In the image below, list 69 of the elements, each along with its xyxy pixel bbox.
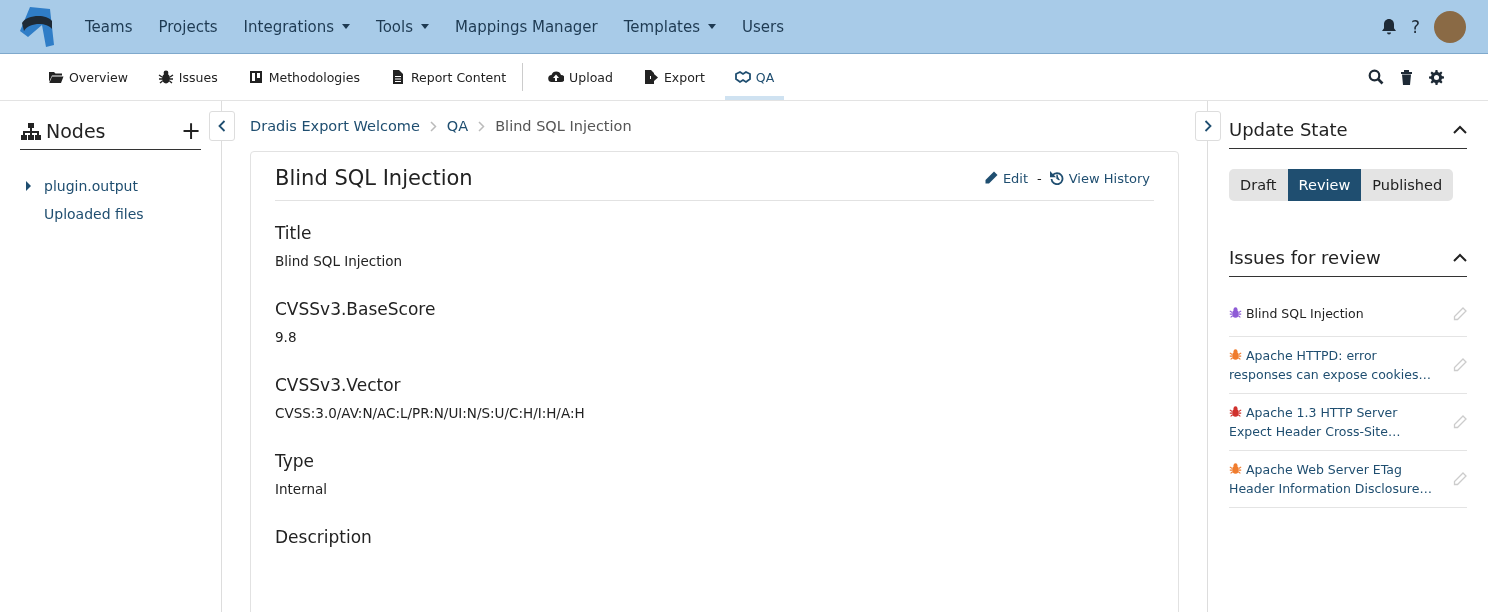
cloud-upload-icon <box>548 70 565 84</box>
field-label: CVSSv3.Vector <box>275 375 402 395</box>
export-icon <box>642 70 659 84</box>
search-icon[interactable] <box>1368 69 1384 85</box>
sub-nav-tab[interactable]: QA <box>724 54 785 100</box>
nav-link[interactable]: Teams <box>72 17 146 36</box>
bell-icon[interactable] <box>1380 18 1397 35</box>
avatar[interactable] <box>1434 10 1466 43</box>
nav-link[interactable]: Users <box>729 17 798 36</box>
separator: - <box>1037 170 1042 186</box>
expand-icon[interactable] <box>26 181 31 191</box>
field-value: CVSS:3.0/AV:N/AC:L/PR:N/UI:N/S:U/C:H/I:H/A:H <box>275 405 586 421</box>
chevron-right-icon <box>429 120 437 132</box>
breadcrumb-link[interactable]: QA <box>446 118 469 134</box>
view-history-link[interactable]: View History <box>1068 170 1150 186</box>
chevron-left-icon <box>218 120 226 132</box>
breadcrumb-current: Blind SQL Injection <box>495 118 632 134</box>
node-link[interactable]: Uploaded files <box>26 200 144 228</box>
state-button[interactable]: Draft <box>1229 169 1288 201</box>
field-value: 9.8 <box>275 329 298 345</box>
review-issue-link[interactable]: Apache HTTPD: error responses can expose cookies… <box>1229 346 1439 384</box>
state-button[interactable]: Published <box>1361 169 1454 201</box>
field-label: Type <box>275 451 316 471</box>
field-label: CVSSv3.BaseScore <box>275 299 437 319</box>
add-node-button[interactable]: + <box>180 119 201 143</box>
history-icon <box>1049 171 1064 185</box>
chevron-up-icon[interactable] <box>1453 253 1467 262</box>
field-label: Title <box>275 223 313 243</box>
breadcrumb-link[interactable]: Dradis Export Welcome <box>250 118 420 134</box>
review-issue-link[interactable]: Apache Web Server ETag Header Information Disclosure… <box>1229 460 1439 498</box>
bug-icon <box>157 70 174 84</box>
collapse-left-button[interactable] <box>209 111 235 141</box>
field-value: Internal <box>275 481 329 497</box>
sub-nav-tab[interactable]: Methodologies <box>237 54 370 100</box>
help-link[interactable]: ? <box>1410 16 1420 37</box>
sub-nav-tab[interactable]: Report Content <box>379 54 517 100</box>
edit-link[interactable]: Edit <box>1002 170 1029 186</box>
nav-link[interactable]: Templates <box>610 17 729 36</box>
review-issue-link[interactable]: Blind SQL Injection <box>1229 304 1439 323</box>
sub-nav-tab[interactable]: Issues <box>147 54 228 100</box>
settings-icon[interactable] <box>1429 69 1444 85</box>
chevron-right-icon <box>1204 120 1212 132</box>
caret-icon <box>342 24 351 29</box>
nav-link[interactable]: Tools <box>363 17 443 36</box>
nav-link[interactable]: Mappings Manager <box>442 17 611 36</box>
issue-title: Blind SQL Injection <box>275 166 473 190</box>
chevron-up-icon[interactable] <box>1453 125 1467 134</box>
caret-icon <box>708 24 716 29</box>
handshake-icon <box>734 70 751 84</box>
chevron-right-icon <box>478 120 486 132</box>
state-button[interactable]: Review <box>1287 169 1362 201</box>
board-icon <box>247 70 264 84</box>
panel-title: Update State <box>1229 119 1348 140</box>
field-label: Description <box>275 527 373 547</box>
pencil-icon <box>983 171 998 185</box>
sub-nav-tab[interactable]: Overview <box>38 54 138 100</box>
folder-icon <box>48 70 64 84</box>
caret-icon <box>421 24 430 29</box>
sidebar-title: Nodes <box>46 120 106 142</box>
sub-nav-tab[interactable]: Export <box>632 54 715 100</box>
nav-link[interactable]: Projects <box>145 17 231 36</box>
sitemap-icon <box>20 122 42 140</box>
review-issue-link[interactable]: Apache 1.3 HTTP Server Expect Header Cross-Site… <box>1229 403 1439 441</box>
panel-title: Issues for review <box>1229 247 1381 268</box>
nav-link[interactable]: Integrations <box>230 17 364 36</box>
trash-icon[interactable] <box>1400 69 1413 85</box>
field-value: Blind SQL Injection <box>275 253 404 269</box>
collapse-right-button[interactable] <box>1195 111 1221 141</box>
node-link[interactable]: plugin.output <box>26 172 138 200</box>
